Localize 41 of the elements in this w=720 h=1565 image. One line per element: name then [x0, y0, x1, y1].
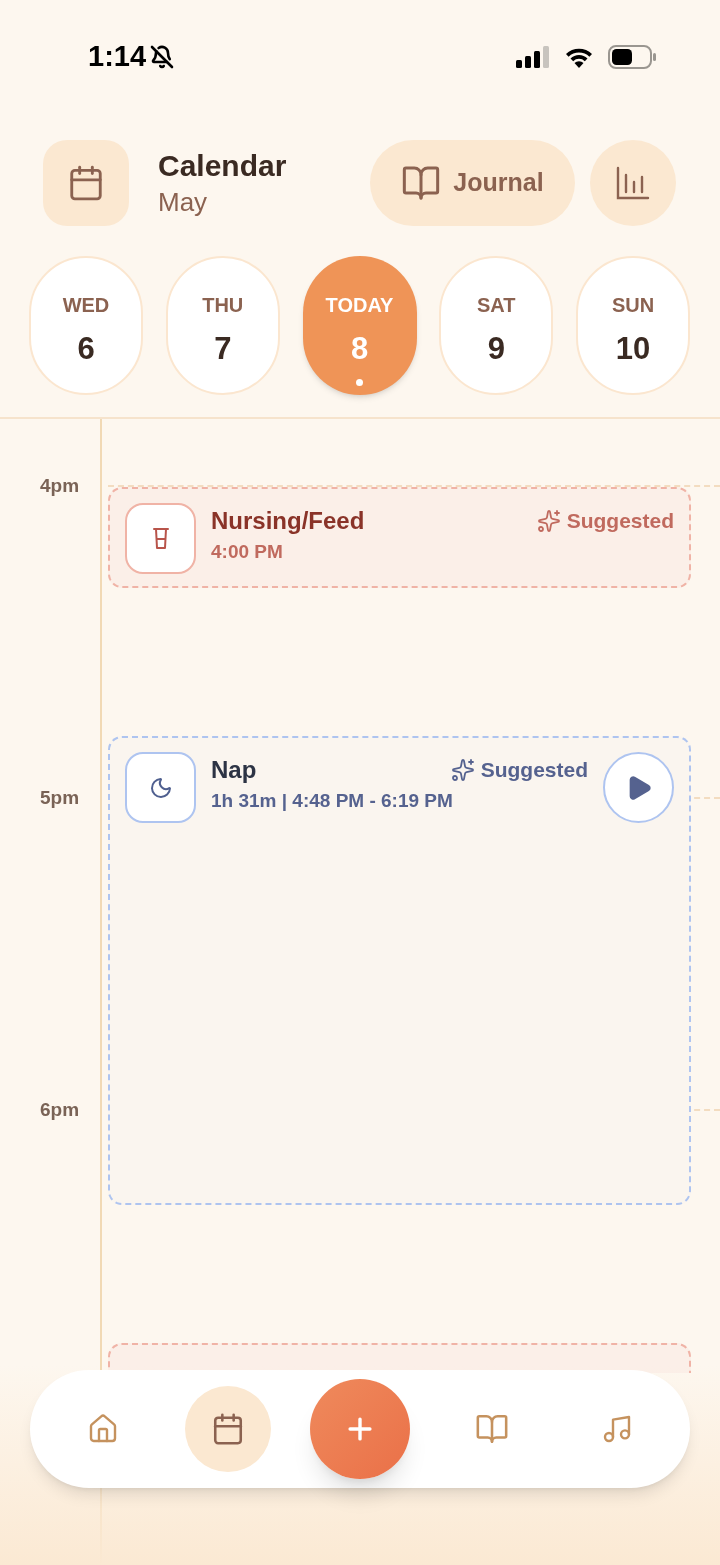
day-pill[interactable]: THU 7	[165, 256, 280, 395]
weekday-label: THU	[202, 293, 244, 318]
moon-icon	[148, 775, 173, 800]
sparkles-icon	[536, 508, 561, 533]
date-number: 8	[350, 330, 369, 368]
month-label: May	[158, 186, 209, 219]
event-title: Nursing/Feed	[211, 506, 365, 536]
book-icon	[475, 1412, 510, 1446]
event-card[interactable]	[108, 1343, 691, 1373]
signal-icon	[516, 46, 550, 68]
hour-label: 6pm	[39, 1098, 81, 1122]
day-pill[interactable]: SUN 10	[576, 256, 690, 395]
hour-label: 4pm	[39, 474, 81, 498]
sparkles-icon	[450, 757, 475, 782]
date-number: 9	[487, 330, 505, 368]
page-title: Calendar	[158, 148, 287, 184]
day-pill[interactable]: SAT 9	[439, 256, 554, 395]
date-number: 7	[214, 330, 232, 368]
weekday-label: SAT	[477, 293, 516, 318]
journal-button[interactable]: Journal	[370, 140, 575, 226]
hour-label: 5pm	[39, 786, 81, 810]
date-number: 10	[615, 330, 651, 368]
weekday-label: SUN	[611, 293, 655, 318]
weekday-label: TODAY	[325, 293, 394, 318]
event-card[interactable]: Nursing/Feed Suggested 4:00 PM	[108, 487, 691, 588]
suggested-label: Suggested	[566, 508, 674, 534]
event-title: Nap	[211, 755, 257, 785]
status-time: 1:14	[88, 39, 147, 75]
bell-off-icon	[150, 45, 175, 69]
event-card[interactable]: Nap Suggested 1h 31m | 4:48 PM - 6:19 PM	[108, 736, 691, 1205]
event-time: 1h 31m | 4:48 PM - 6:19 PM	[211, 789, 454, 813]
battery-icon	[608, 45, 656, 69]
bar-chart-icon	[615, 165, 651, 201]
calendar-icon	[67, 164, 105, 202]
day-pill[interactable]: WED 6	[29, 256, 143, 395]
date-number: 6	[77, 330, 95, 368]
wifi-icon	[564, 46, 594, 68]
suggested-label: Suggested	[480, 757, 588, 783]
event-time: 4:00 PM	[211, 540, 284, 564]
glass-icon	[150, 526, 171, 551]
weekday-label: WED	[62, 293, 110, 318]
